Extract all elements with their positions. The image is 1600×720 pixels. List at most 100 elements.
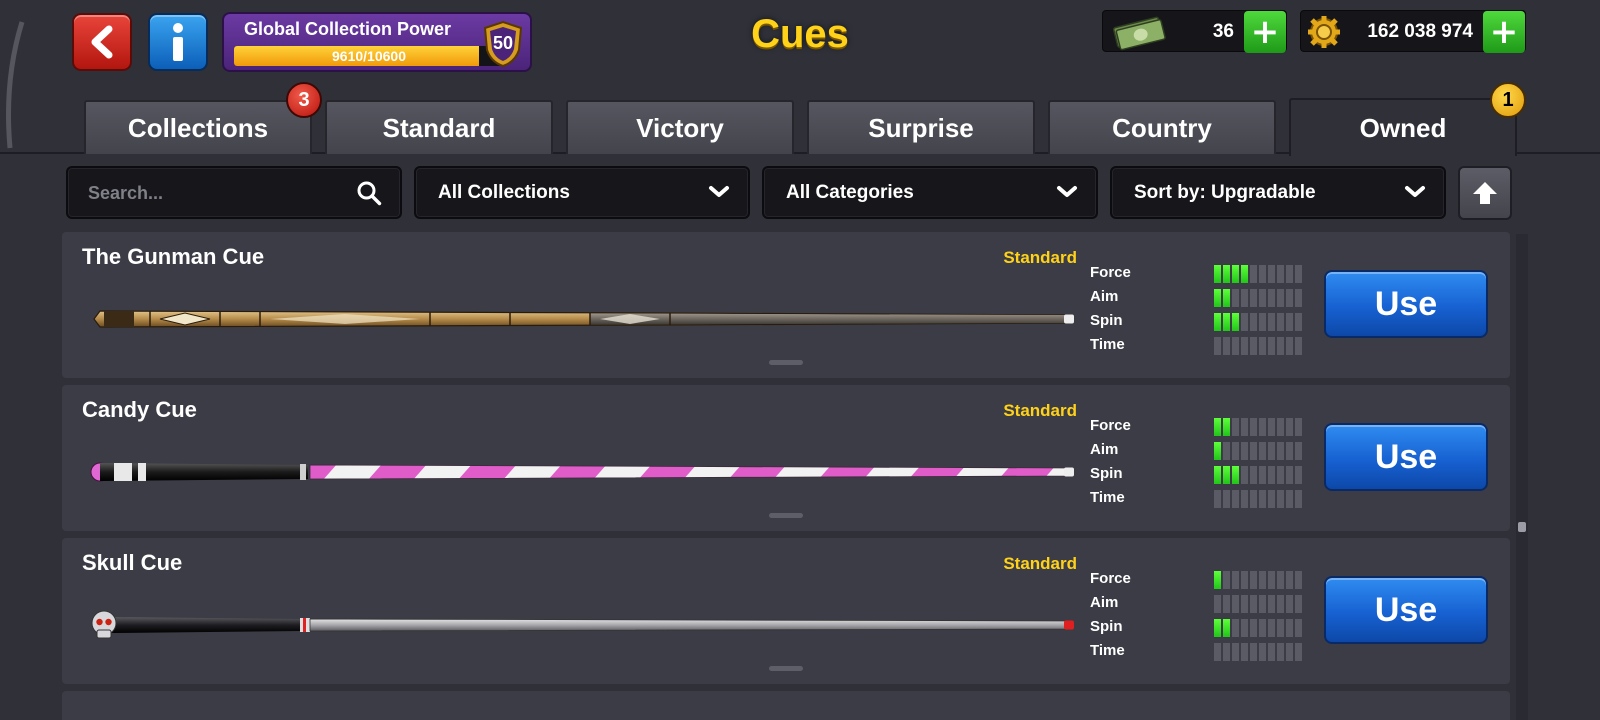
stat-row-force: Force	[1090, 568, 1330, 592]
cue-category: Standard	[1003, 248, 1077, 267]
stat-segment	[1232, 643, 1239, 661]
stat-segment	[1241, 466, 1248, 484]
stat-label: Aim	[1090, 594, 1119, 611]
stat-segment	[1286, 643, 1293, 661]
stat-segment	[1268, 571, 1275, 589]
stat-segment	[1286, 466, 1293, 484]
stat-segment	[1250, 418, 1257, 436]
stat-segment	[1277, 289, 1284, 307]
coin-counter: 162 038 974 +	[1300, 10, 1526, 53]
cue-card: Candy Cue Standard Force Aim Spin Time U…	[62, 385, 1510, 531]
skull-cue-image	[91, 610, 1074, 639]
stat-row-aim: Aim	[1090, 286, 1330, 310]
stat-segment	[1223, 595, 1230, 613]
force-bar	[1214, 571, 1302, 589]
stat-segment	[1214, 643, 1221, 661]
stat-label: Force	[1090, 570, 1131, 587]
stat-segment	[1250, 595, 1257, 613]
stat-segment	[1277, 619, 1284, 637]
chevron-down-icon	[709, 186, 729, 197]
stat-segment	[1223, 289, 1230, 307]
tab-collections[interactable]: Collections	[84, 100, 312, 154]
stat-segment	[1214, 466, 1221, 484]
stat-segment	[1277, 337, 1284, 355]
stat-segment	[1268, 466, 1275, 484]
categories-dropdown-value: All Categories	[786, 182, 914, 203]
expand-handle[interactable]	[769, 513, 803, 518]
stat-segment	[1295, 595, 1302, 613]
use-button[interactable]: Use	[1324, 423, 1488, 491]
sort-dropdown[interactable]: Sort by: Upgradable	[1110, 166, 1446, 219]
stat-segment	[1259, 418, 1266, 436]
scroll-thumb[interactable]	[1518, 522, 1526, 532]
stat-segment	[1232, 289, 1239, 307]
force-bar	[1214, 418, 1302, 436]
cue-shop-screen: Global Collection Power 9610/10600 50 Cu…	[0, 0, 1600, 720]
stat-segment	[1277, 466, 1284, 484]
sort-direction-button[interactable]	[1458, 166, 1512, 220]
stat-segment	[1295, 571, 1302, 589]
stat-segment	[1268, 619, 1275, 637]
cue-stats: Force Aim Spin Time	[1090, 262, 1330, 358]
stat-segment	[1232, 619, 1239, 637]
stat-segment	[1232, 490, 1239, 508]
chevron-down-icon	[1057, 186, 1077, 197]
stat-segment	[1268, 289, 1275, 307]
stat-segment	[1223, 313, 1230, 331]
tab-victory[interactable]: Victory	[566, 100, 794, 154]
stat-segment	[1286, 442, 1293, 460]
stat-segment	[1259, 289, 1266, 307]
collections-notification-badge: 3	[286, 82, 322, 118]
stat-segment	[1277, 313, 1284, 331]
stat-segment	[1268, 337, 1275, 355]
categories-dropdown[interactable]: All Categories	[762, 166, 1098, 219]
stat-segment	[1241, 289, 1248, 307]
stat-label: Spin	[1090, 312, 1123, 329]
tab-standard[interactable]: Standard	[325, 100, 553, 154]
stat-label: Force	[1090, 264, 1131, 281]
cue-name: Candy Cue	[82, 397, 197, 422]
search-icon[interactable]	[356, 180, 382, 206]
stat-segment	[1214, 619, 1221, 637]
stat-label: Aim	[1090, 441, 1119, 458]
use-button[interactable]: Use	[1324, 576, 1488, 644]
stat-segment	[1268, 442, 1275, 460]
stat-segment	[1259, 265, 1266, 283]
cash-counter: 36 +	[1102, 10, 1287, 53]
search-input[interactable]	[88, 168, 348, 218]
stat-segment	[1286, 337, 1293, 355]
aim-bar	[1214, 289, 1302, 307]
stat-segment	[1259, 619, 1266, 637]
stat-segment	[1241, 313, 1248, 331]
scrollbar[interactable]	[1516, 234, 1528, 720]
tab-surprise[interactable]: Surprise	[807, 100, 1035, 154]
stat-segment	[1241, 595, 1248, 613]
tab-owned[interactable]: Owned	[1289, 98, 1517, 156]
search-box	[66, 166, 402, 219]
tab-country[interactable]: Country	[1048, 100, 1276, 154]
stat-segment	[1295, 442, 1302, 460]
stat-label: Force	[1090, 417, 1131, 434]
arrow-up-icon	[1473, 182, 1497, 204]
skull-icon	[91, 610, 117, 639]
expand-handle[interactable]	[769, 360, 803, 365]
stat-segment	[1232, 466, 1239, 484]
stat-segment	[1286, 265, 1293, 283]
stat-segment	[1232, 337, 1239, 355]
add-cash-button[interactable]: +	[1244, 11, 1286, 53]
collections-dropdown[interactable]: All Collections	[414, 166, 750, 219]
stat-segment	[1286, 418, 1293, 436]
stat-segment	[1259, 442, 1266, 460]
expand-handle[interactable]	[769, 666, 803, 671]
stat-segment	[1214, 337, 1221, 355]
stat-segment	[1295, 643, 1302, 661]
add-coins-button[interactable]: +	[1483, 11, 1525, 53]
candy-cue-image	[90, 462, 1074, 482]
stat-segment	[1223, 418, 1230, 436]
stat-segment	[1268, 595, 1275, 613]
stat-segment	[1295, 619, 1302, 637]
time-bar	[1214, 643, 1302, 661]
stat-segment	[1232, 418, 1239, 436]
use-button[interactable]: Use	[1324, 270, 1488, 338]
stat-segment	[1295, 490, 1302, 508]
